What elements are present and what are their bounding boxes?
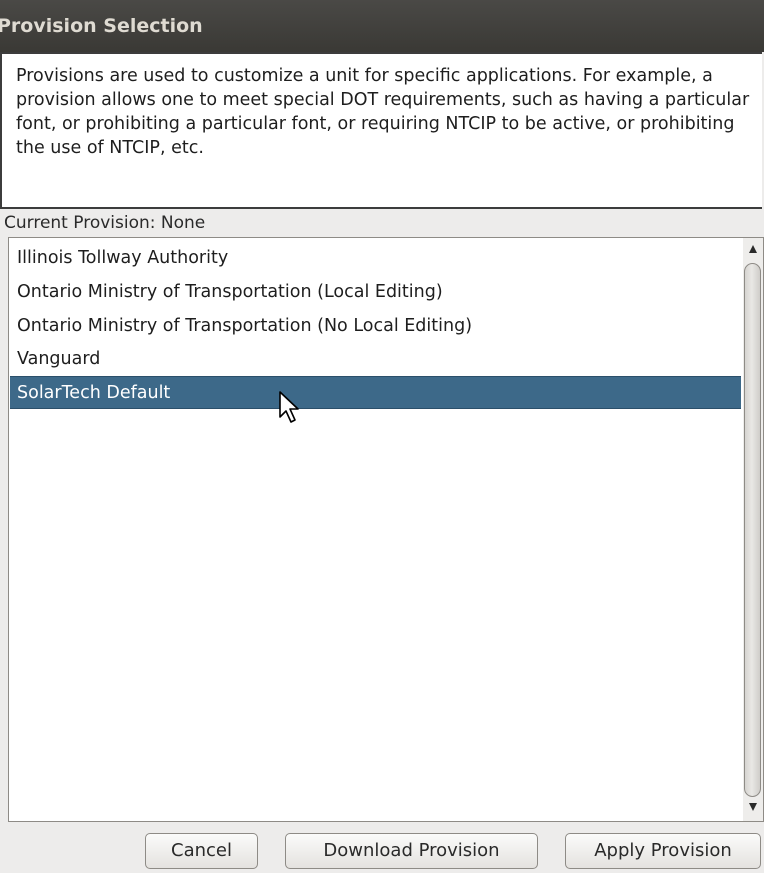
list-item-ontario-local-editing[interactable]: Ontario Ministry of Transportation (Loca… — [10, 276, 741, 309]
list-item-solartech-default[interactable]: SolarTech Default — [10, 376, 741, 409]
download-provision-button[interactable]: Download Provision — [285, 833, 538, 869]
list-item-label: Ontario Ministry of Transportation (No L… — [17, 316, 473, 336]
list-item-ontario-no-local-editing[interactable]: Ontario Ministry of Transportation (No L… — [10, 310, 741, 343]
list-item-label: Ontario Ministry of Transportation (Loca… — [17, 282, 443, 302]
arrow-up-icon[interactable] — [743, 240, 763, 262]
list-item-label: Vanguard — [17, 349, 101, 369]
apply-provision-button[interactable]: Apply Provision — [565, 833, 761, 869]
mouse-pointer-icon — [279, 391, 299, 423]
vertical-scrollbar[interactable] — [743, 238, 763, 821]
cancel-button[interactable]: Cancel — [145, 833, 258, 869]
provision-list[interactable]: Illinois Tollway Authority Ontario Minis… — [8, 237, 764, 822]
list-item-label: SolarTech Default — [17, 383, 171, 403]
scrollbar-thumb[interactable] — [744, 263, 761, 797]
description-text: Provisions are used to customize a unit … — [16, 66, 750, 158]
list-item-label: Illinois Tollway Authority — [17, 248, 229, 268]
window-title: Provision Selection — [0, 15, 203, 37]
title-bar[interactable]: Provision Selection — [0, 0, 764, 52]
list-item-vanguard[interactable]: Vanguard — [10, 343, 741, 376]
description-box: Provisions are used to customize a unit … — [0, 52, 762, 209]
arrow-down-icon[interactable] — [743, 798, 763, 820]
list-item-illinois-tollway[interactable]: Illinois Tollway Authority — [10, 242, 741, 275]
provision-selection-window: Provision Selection Provisions are used … — [0, 0, 764, 873]
current-provision-label: Current Provision: None — [4, 213, 206, 233]
